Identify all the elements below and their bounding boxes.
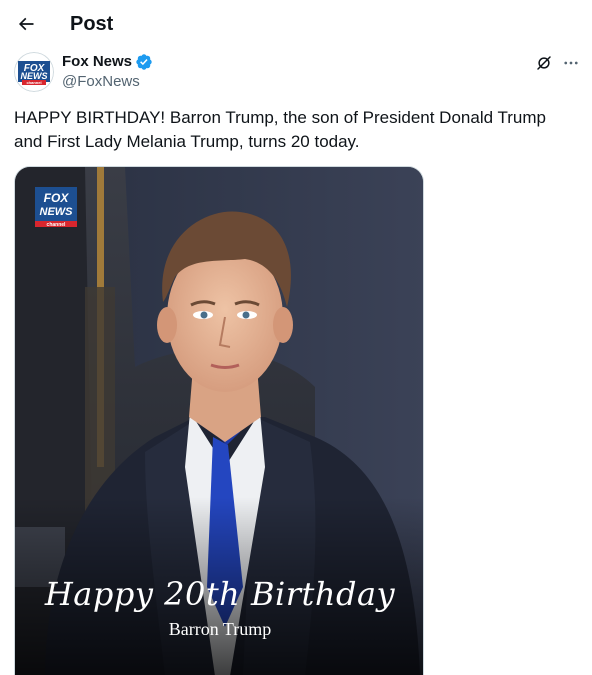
page-title: Post [70, 13, 114, 35]
author-avatar[interactable]: FOX NEWS channel [14, 52, 54, 92]
media-fox-news-logo: FOX NEWS channel [35, 187, 77, 227]
header-bar: Post [0, 0, 592, 48]
media-caption-sub: Barron Trump [168, 619, 272, 639]
grok-icon [537, 56, 551, 70]
author-name-row: Fox News [62, 53, 153, 71]
author-display-name[interactable]: Fox News [62, 53, 132, 71]
back-button[interactable] [12, 10, 40, 38]
fox-news-logo: FOX NEWS channel [14, 52, 54, 92]
more-options-button[interactable] [560, 52, 582, 74]
verified-badge-icon [136, 54, 152, 70]
media-caption-main: Happy 20th Birthday [44, 575, 396, 613]
grok-button[interactable] [533, 52, 555, 74]
arrow-left-icon [18, 17, 34, 31]
avatar-logo-line-3: channel [26, 80, 41, 85]
media-logo-line-3: channel [47, 222, 67, 227]
media-logo-line-1: FOX [44, 191, 70, 205]
tweet-text: HAPPY BIRTHDAY! Barron Trump, the son of… [14, 108, 546, 151]
more-horizontal-icon [564, 61, 578, 65]
tweet-media-image[interactable]: FOX NEWS channel Happy 20th Birthday Bar… [14, 166, 424, 675]
author-handle[interactable]: @FoxNews [62, 73, 140, 91]
media-logo-line-2: NEWS [40, 206, 74, 218]
